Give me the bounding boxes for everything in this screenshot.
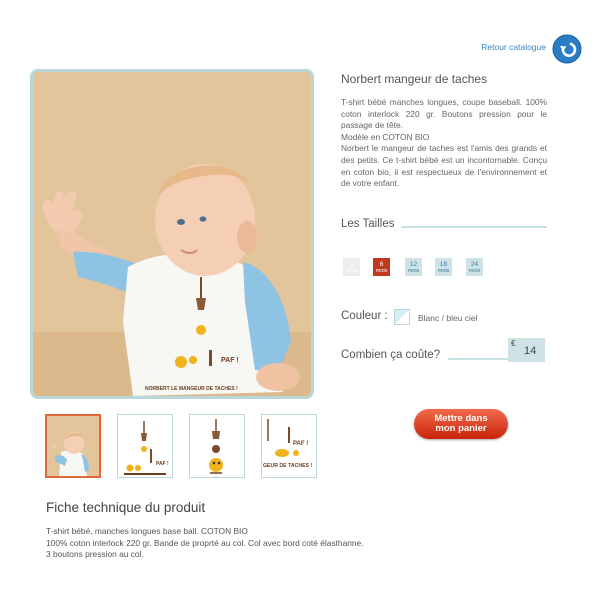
add-to-cart-button[interactable]: Mettre dans mon panier (414, 409, 508, 439)
product-description: T-shirt bébé manches longues, coupe base… (341, 97, 547, 190)
svg-text:PAF !: PAF ! (293, 441, 308, 447)
size-option-3-mois: 3 mois (343, 258, 360, 276)
color-label: Couleur : (341, 310, 388, 322)
technical-sheet-text: T-shirt bébé, manches longues base ball.… (46, 526, 364, 561)
size-option-24-mois[interactable]: 24 mois (466, 258, 483, 276)
svg-text:GEUR DE TACHES !: GEUR DE TACHES ! (263, 463, 312, 469)
description-paragraph: T-shirt bébé manches longues, coupe base… (341, 97, 547, 131)
technical-sheet-line: 3 boutons pression au col. (46, 549, 144, 560)
currency-symbol: € (511, 339, 516, 348)
price-divider (448, 358, 510, 360)
technical-sheet-line: T-shirt bébé, manches longues base ball.… (46, 526, 248, 536)
svg-text:NORBERT LE MANGEUR DE TACHES !: NORBERT LE MANGEUR DE TACHES ! (145, 386, 238, 392)
technical-sheet-line: 100% coton interlock 220 gr. Bande de pr… (46, 537, 364, 548)
product-thumbnail-2[interactable]: PAF ! (117, 414, 173, 478)
size-option-6-mois[interactable]: 6 mois (373, 258, 390, 276)
size-option-18-mois[interactable]: 18 mois (435, 258, 452, 276)
product-main-photo: PAF ! NORBERT LE MANGEUR DE TACHES ! (30, 69, 314, 399)
price-label: Combien ça coûte? (341, 349, 441, 361)
back-link-label: Retour catalogue (481, 42, 546, 52)
cart-button-line2: mon panier (435, 423, 487, 434)
color-value: Blanc / bleu ciel (418, 313, 478, 323)
description-paragraph: Modèle en COTON BIO (341, 131, 430, 142)
product-thumbnail-4[interactable]: PAF ! GEUR DE TACHES ! (261, 414, 317, 478)
product-thumbnail-3[interactable] (189, 414, 245, 478)
svg-text:PAF !: PAF ! (221, 357, 239, 364)
size-option-12-mois[interactable]: 12 mois (405, 258, 422, 276)
back-arrow-icon (552, 34, 582, 64)
price-value: 14 (524, 345, 537, 357)
product-thumbnail-1[interactable] (45, 414, 101, 478)
technical-sheet-title: Fiche technique du produit (46, 500, 206, 515)
back-to-catalogue-link[interactable]: Retour catalogue (470, 34, 582, 66)
svg-text:PAF !: PAF ! (156, 461, 169, 467)
sizes-label: Les Tailles (341, 218, 395, 230)
color-swatch[interactable] (394, 309, 410, 325)
product-title: Norbert mangeur de taches (341, 72, 488, 86)
description-paragraph: Norbert le mangeur de taches est l'amis … (341, 143, 547, 189)
price-box: € 14 (508, 338, 545, 362)
sizes-divider (401, 226, 547, 228)
